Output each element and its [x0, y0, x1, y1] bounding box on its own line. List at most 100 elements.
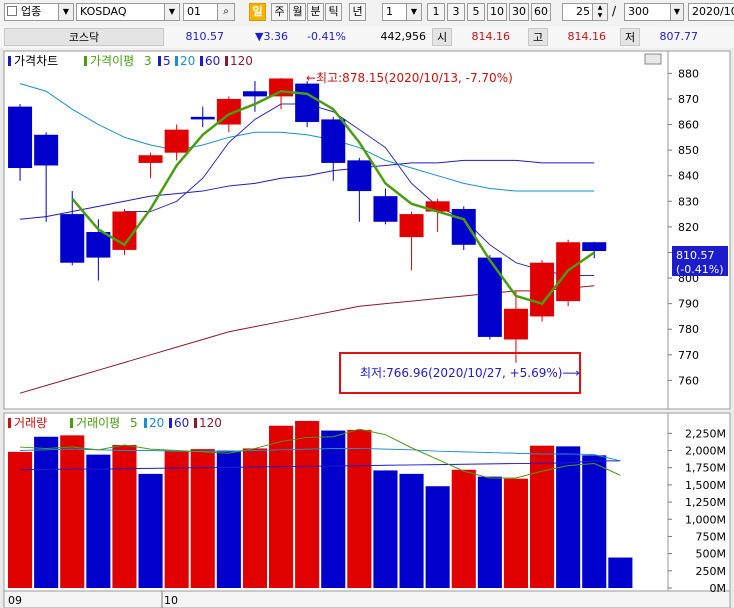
volume-bar[interactable]	[321, 430, 346, 588]
volume-bar[interactable]	[399, 473, 424, 588]
period-tab-1[interactable]: 주	[271, 3, 288, 21]
volume-bar[interactable]	[530, 445, 555, 588]
price-tick-label: 780	[678, 323, 699, 336]
volume-bar[interactable]	[242, 448, 267, 588]
low-label: 저	[620, 28, 640, 46]
current-price: 810.57	[185, 30, 225, 43]
volume-ma-legend-period: 20	[149, 416, 164, 430]
interval-button-5[interactable]: 60	[531, 3, 551, 21]
volume-bar[interactable]	[477, 476, 502, 588]
panel-maximize-icon[interactable]	[644, 53, 662, 65]
volume-bar[interactable]	[190, 449, 215, 588]
market-type-value: 업종	[21, 5, 42, 18]
volume-bar[interactable]	[425, 486, 450, 588]
volume-bar[interactable]	[34, 436, 59, 588]
volume-tick-label: 750M	[696, 530, 727, 543]
interval-button-2[interactable]: 5	[467, 3, 485, 21]
search-icon[interactable]: ⌕	[217, 4, 234, 20]
period-tab-5[interactable]: 년	[349, 3, 366, 21]
volume-bar[interactable]	[373, 470, 398, 588]
price-tick-label: 790	[678, 298, 699, 311]
candle-body[interactable]	[373, 196, 398, 222]
candle-body[interactable]	[164, 129, 189, 153]
volume-bar[interactable]	[164, 451, 189, 588]
separator: /	[612, 4, 617, 18]
total-input[interactable]: 300 ▼	[624, 3, 684, 21]
market-type-select[interactable]: 업종 ▼	[4, 3, 74, 21]
high-label: 고	[528, 28, 548, 46]
volume-tick-label: 1,250M	[685, 496, 726, 509]
volume-ma-legend-period: 120	[199, 416, 222, 430]
volume-bar[interactable]	[138, 473, 163, 588]
code-input[interactable]: 01 ⌕	[183, 3, 235, 21]
price-legend-main: 가격차트	[14, 54, 58, 68]
interval-button-1[interactable]: 3	[447, 3, 465, 21]
candle-body[interactable]	[86, 232, 111, 258]
current-price-tag-value: 810.57	[676, 249, 715, 262]
volume-bar[interactable]	[295, 420, 320, 588]
period-tab-2[interactable]: 월	[289, 3, 306, 21]
high-annotation: ←최고:878.15(2020/10/13, -7.70%)	[306, 71, 513, 85]
volume-ma-legend-period: 60	[174, 416, 189, 430]
candle-body[interactable]	[451, 208, 476, 245]
legend-marker	[8, 56, 11, 66]
candle-body[interactable]	[60, 214, 85, 263]
volume-tick-label: 2,000M	[685, 445, 726, 458]
stepper-arrows-icon[interactable]: ▲ ▼	[592, 4, 607, 20]
volume-bar[interactable]	[112, 445, 137, 588]
volume-bar[interactable]	[582, 455, 607, 588]
volume-tick-label: 250M	[696, 565, 727, 578]
candle-body[interactable]	[530, 262, 555, 317]
date-input[interactable]: 2020/10	[688, 3, 734, 21]
interval-button-3[interactable]: 10	[487, 3, 507, 21]
interval-select[interactable]: 1 ▼	[382, 3, 422, 21]
period-tab-4[interactable]: 틱	[325, 3, 342, 21]
stock-chart[interactable]: 8808708608508408308208108007907807707602…	[0, 48, 734, 608]
volume-bar[interactable]	[60, 435, 85, 588]
candle-body[interactable]	[295, 83, 320, 122]
candle-body[interactable]	[477, 257, 502, 337]
candle-body[interactable]	[190, 116, 215, 120]
candle-body[interactable]	[34, 134, 59, 166]
candle-body[interactable]	[242, 91, 267, 97]
price-legend: 가격차트 가격이평 3 5 20 60 120	[8, 54, 253, 68]
count-stepper[interactable]: 25 ▲ ▼	[562, 3, 608, 21]
candle-body[interactable]	[321, 119, 346, 163]
volume-tick-label: 1,500M	[685, 479, 726, 492]
volume-ma-legend-period: 5	[130, 416, 138, 430]
volume-bar[interactable]	[86, 454, 111, 588]
candle-body[interactable]	[399, 214, 424, 238]
volume-legend-ma: 거래이평	[76, 416, 120, 430]
candle-body[interactable]	[503, 308, 528, 340]
ma-legend-period: 3	[144, 54, 152, 68]
price-panel[interactable]	[3, 50, 669, 410]
market-select[interactable]: KOSDAQ ▼	[76, 3, 180, 21]
volume-bar[interactable]	[608, 557, 633, 588]
price-tick-label: 770	[678, 349, 699, 362]
price-tick-label: 840	[678, 170, 699, 183]
index-name: 코스닥	[4, 28, 164, 46]
low-price: 807.77	[659, 30, 699, 43]
candle-body[interactable]	[138, 155, 163, 163]
price-change: ▼3.36	[255, 30, 288, 43]
candle-body[interactable]	[582, 242, 607, 252]
volume-bar[interactable]	[503, 478, 528, 588]
interval-button-4[interactable]: 30	[509, 3, 529, 21]
interval-button-0[interactable]: 1	[427, 3, 445, 21]
period-tab-3[interactable]: 분	[307, 3, 324, 21]
open-label: 시	[432, 28, 452, 46]
chevron-down-icon: ▼	[670, 4, 683, 20]
market-value: KOSDAQ	[80, 5, 127, 18]
volume-tick-label: 1,000M	[685, 513, 726, 526]
volume-bar[interactable]	[216, 450, 241, 589]
candle-body[interactable]	[347, 160, 372, 192]
volume-bar[interactable]	[8, 451, 33, 588]
candle-body[interactable]	[269, 78, 294, 97]
candle-body[interactable]	[8, 106, 33, 169]
period-tab-0[interactable]: 일	[249, 3, 266, 21]
volume: 442,956	[380, 30, 427, 43]
total-value: 300	[628, 5, 649, 18]
volume-bar[interactable]	[451, 469, 476, 588]
legend-marker	[158, 56, 161, 66]
volume-bar[interactable]	[347, 429, 372, 588]
